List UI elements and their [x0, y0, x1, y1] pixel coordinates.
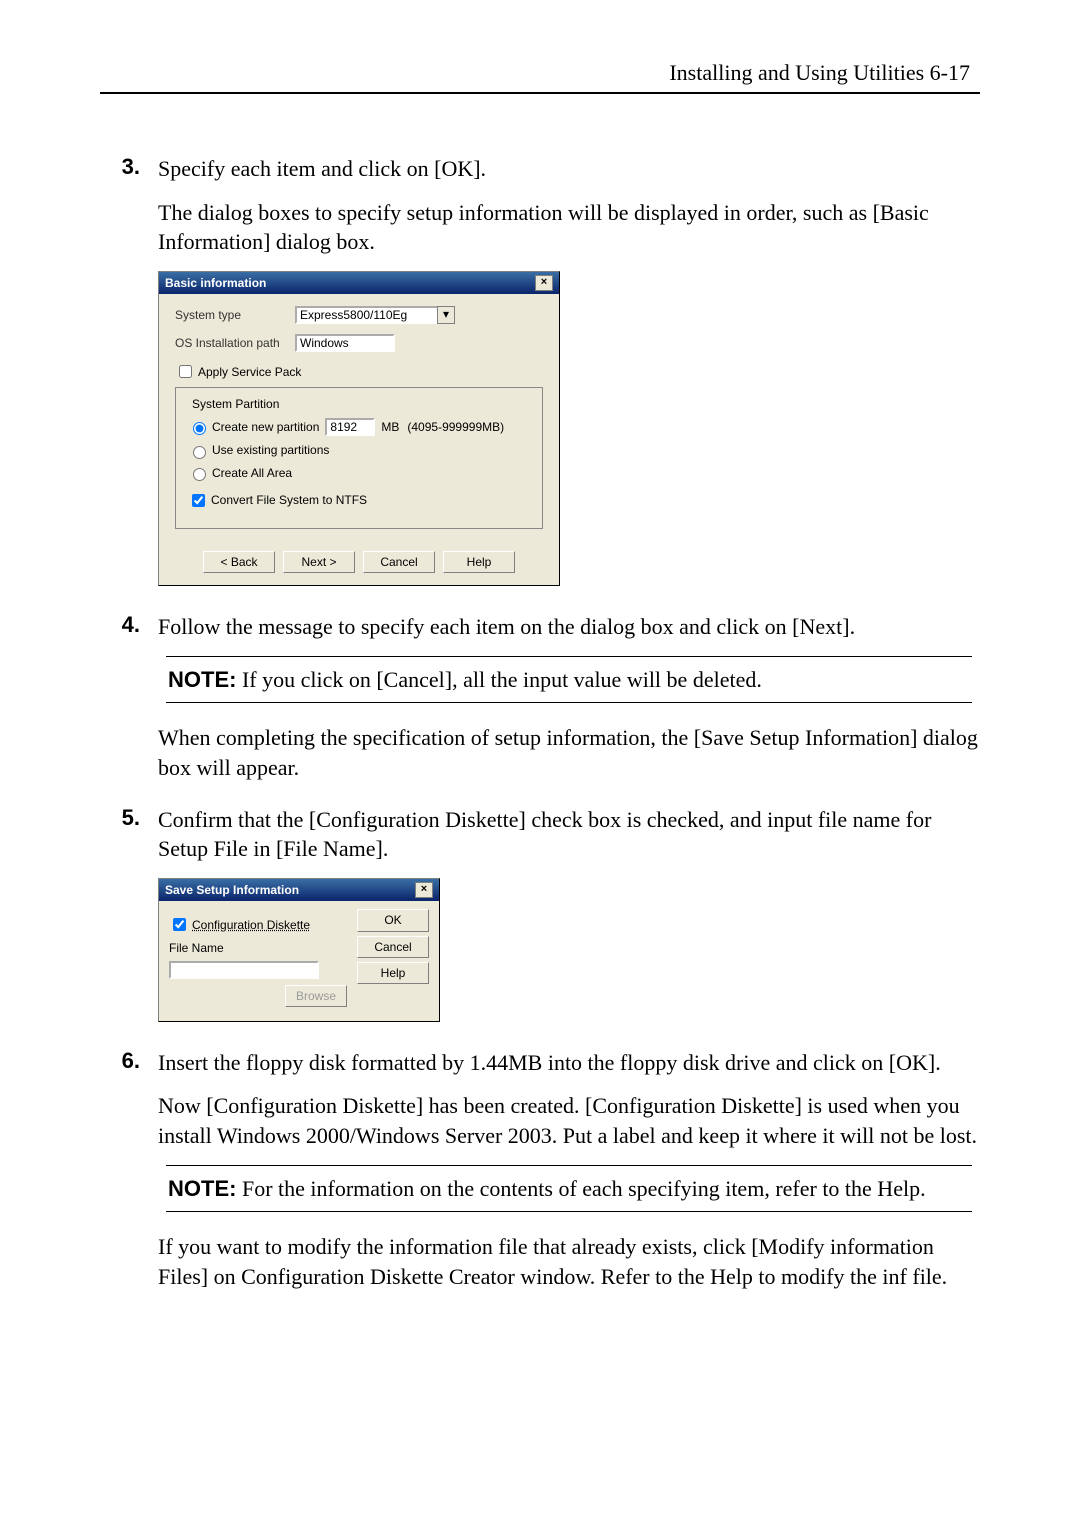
note-help: NOTE: For the information on the content… — [166, 1165, 972, 1213]
cancel-button[interactable]: Cancel — [363, 551, 435, 573]
step4-line2: When completing the specification of set… — [158, 723, 980, 782]
ok-button[interactable]: OK — [357, 909, 429, 931]
step-number-5: 5. — [100, 805, 140, 831]
step-number-3: 3. — [100, 154, 140, 180]
browse-button[interactable]: Browse — [285, 985, 347, 1007]
convert-ntfs-checkbox[interactable] — [192, 494, 205, 507]
step6-line3: If you want to modify the information fi… — [158, 1232, 980, 1291]
page-header: Installing and Using Utilities 6-17 — [669, 60, 970, 85]
note-label-1: NOTE: — [168, 667, 236, 692]
system-partition-legend: System Partition — [188, 396, 283, 412]
back-button[interactable]: < Back — [203, 551, 275, 573]
next-button[interactable]: Next > — [283, 551, 355, 573]
system-type-label: System type — [175, 307, 295, 323]
partition-size-input[interactable] — [325, 418, 375, 436]
note-help-text: For the information on the contents of e… — [242, 1176, 926, 1201]
close-icon[interactable]: × — [415, 882, 433, 898]
os-path-label: OS Installation path — [175, 335, 295, 351]
step6-line2: Now [Configuration Diskette] has been cr… — [158, 1091, 980, 1150]
create-new-partition-radio[interactable] — [193, 422, 206, 435]
step-number-4: 4. — [100, 612, 140, 638]
step3-line2: The dialog boxes to specify setup inform… — [158, 198, 980, 257]
use-existing-partitions-radio[interactable] — [193, 446, 206, 459]
step3-line1: Specify each item and click on [OK]. — [158, 154, 980, 184]
partition-range: (4095-999999MB) — [407, 419, 504, 435]
note-cancel-text: If you click on [Cancel], all the input … — [242, 667, 762, 692]
os-path-input[interactable] — [295, 334, 395, 352]
configuration-diskette-label: Configuration Diskette — [192, 917, 310, 933]
file-name-label: File Name — [169, 940, 347, 956]
apply-service-pack-label: Apply Service Pack — [198, 364, 301, 380]
save-setup-information-dialog: Save Setup Information × Configuration D… — [158, 878, 440, 1022]
apply-service-pack-checkbox[interactable] — [179, 365, 192, 378]
close-icon[interactable]: × — [535, 275, 553, 291]
note-label-2: NOTE: — [168, 1176, 236, 1201]
file-name-input[interactable] — [169, 961, 319, 979]
system-type-select[interactable] — [295, 306, 455, 324]
note-cancel: NOTE: If you click on [Cancel], all the … — [166, 656, 972, 704]
chevron-down-icon[interactable]: ▾ — [437, 306, 455, 324]
step4-line1: Follow the message to specify each item … — [158, 612, 980, 642]
convert-ntfs-label: Convert File System to NTFS — [211, 492, 367, 508]
basic-dialog-title: Basic information — [165, 275, 266, 291]
save-dialog-title: Save Setup Information — [165, 882, 299, 898]
create-all-area-label: Create All Area — [212, 465, 292, 481]
create-new-partition-label: Create new partition — [212, 419, 319, 435]
configuration-diskette-checkbox[interactable] — [173, 918, 186, 931]
create-all-area-radio[interactable] — [193, 468, 206, 481]
step6-line1: Insert the floppy disk formatted by 1.44… — [158, 1048, 980, 1078]
step-number-6: 6. — [100, 1048, 140, 1074]
help-button[interactable]: Help — [357, 962, 429, 984]
header-rule — [100, 92, 980, 94]
partition-size-unit: MB — [381, 419, 399, 435]
cancel-button[interactable]: Cancel — [357, 936, 429, 958]
basic-information-dialog: Basic information × System type ▾ OS Ins… — [158, 271, 560, 586]
use-existing-partitions-label: Use existing partitions — [212, 442, 329, 458]
help-button[interactable]: Help — [443, 551, 515, 573]
step5-line1: Confirm that the [Configuration Diskette… — [158, 805, 980, 864]
